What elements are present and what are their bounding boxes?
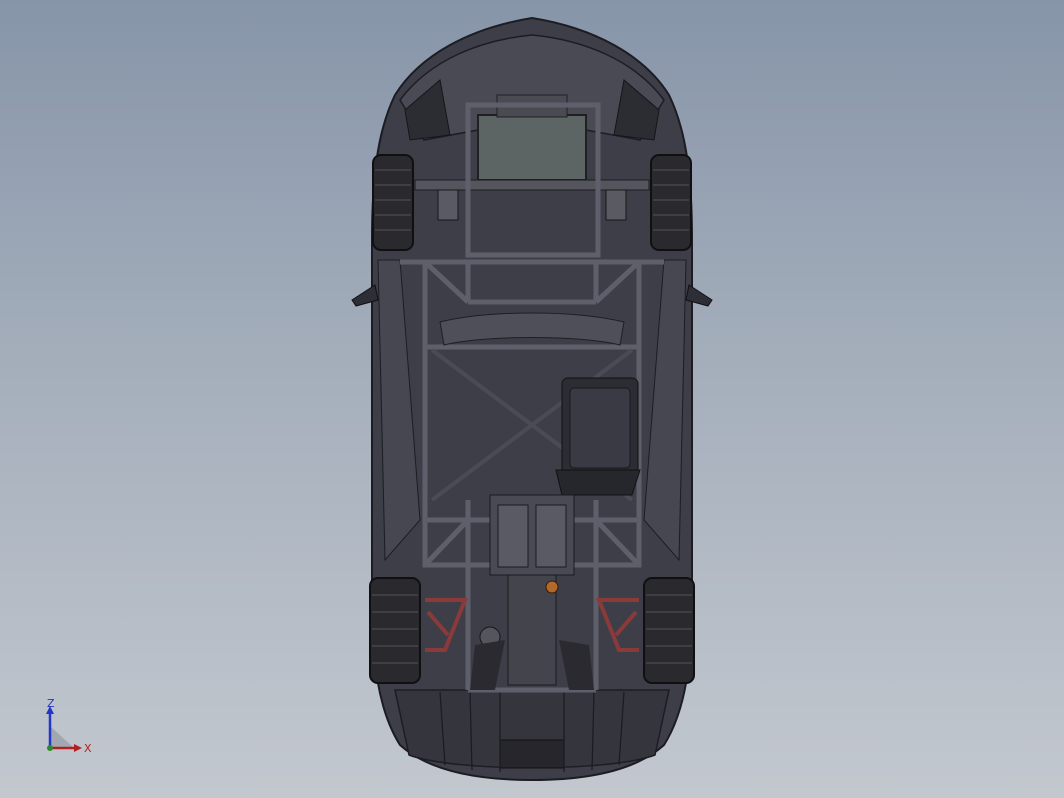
- front-radiator: [477, 114, 587, 181]
- cad-viewport[interactable]: [0, 0, 1064, 798]
- front-axle: [414, 179, 650, 191]
- engine-orange-component: [545, 580, 559, 594]
- x-axis-label: X: [84, 742, 92, 755]
- rear-exhaust: [499, 739, 565, 769]
- rear-left-tire: [369, 577, 421, 684]
- front-right-tire: [650, 154, 692, 251]
- x-axis-arrow-icon: [74, 744, 82, 752]
- driver-seat: [555, 377, 641, 496]
- front-left-tire: [372, 154, 414, 251]
- triad-plane: [50, 726, 74, 748]
- axis-triad: Z X: [46, 698, 92, 755]
- z-axis-label: Z: [47, 698, 55, 710]
- triad-origin: [47, 745, 53, 751]
- rear-right-tire: [643, 577, 695, 684]
